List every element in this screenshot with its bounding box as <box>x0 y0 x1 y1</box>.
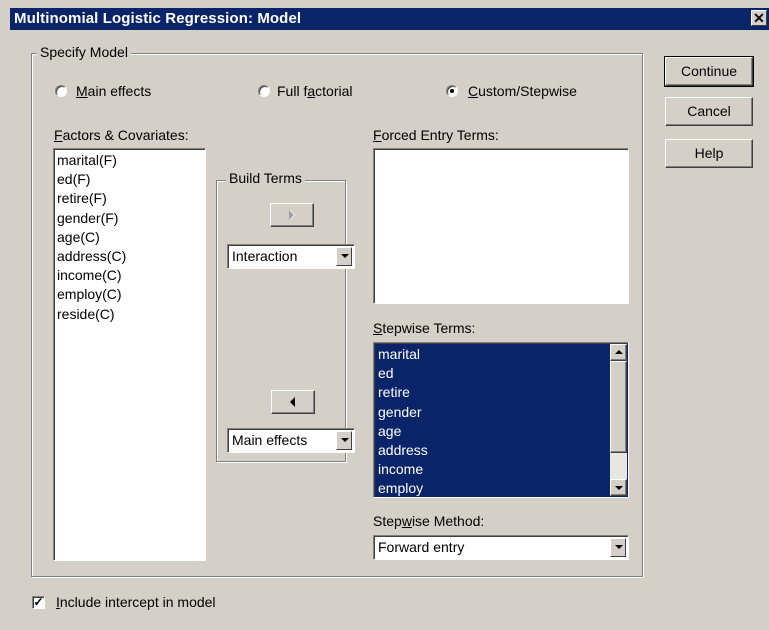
list-item[interactable]: retire(F) <box>54 189 205 208</box>
list-item[interactable]: gender <box>375 403 606 422</box>
forced-entry-list[interactable] <box>373 148 629 304</box>
stepwise-terms-label: Stepwise Terms: <box>373 320 476 336</box>
list-item[interactable]: address <box>375 441 606 460</box>
custom-stepwise-radio[interactable] <box>446 85 458 97</box>
list-item[interactable]: marital <box>375 345 606 364</box>
chevron-down-icon <box>341 254 349 258</box>
close-button[interactable]: ✕ <box>751 10 767 26</box>
forced-entry-label: Forced Entry Terms: <box>373 127 499 143</box>
list-item[interactable]: employ <box>375 479 606 497</box>
factors-covariates-list[interactable]: marital(F) ed(F) retire(F) gender(F) age(C) a… <box>53 148 206 561</box>
list-item[interactable]: gender(F) <box>54 209 205 228</box>
list-item[interactable]: reside(C) <box>54 305 205 324</box>
list-item[interactable]: ed <box>375 364 606 383</box>
factors-covariates-label: Factors & Covariates: <box>54 127 189 143</box>
list-item[interactable]: age <box>375 422 606 441</box>
radio-selected-dot <box>450 89 454 93</box>
full-factorial-radio-label[interactable]: Full factorial <box>277 83 353 99</box>
list-item[interactable]: income <box>375 460 606 479</box>
chevron-down-icon <box>341 438 349 442</box>
chevron-down-icon <box>615 545 623 549</box>
list-item[interactable]: income(C) <box>54 266 205 285</box>
continue-button[interactable]: Continue <box>664 56 754 87</box>
build-terms-bottom-value: Main effects <box>232 432 308 448</box>
add-forced-term-button[interactable] <box>270 203 314 227</box>
build-terms-label: Build Terms <box>226 170 305 186</box>
custom-stepwise-radio-label[interactable]: Custom/Stepwise <box>468 83 577 99</box>
arrow-left-icon <box>290 397 295 407</box>
close-icon: ✕ <box>753 10 765 26</box>
dropdown-button[interactable] <box>336 247 352 266</box>
stepwise-terms-list[interactable]: marital ed retire gender age address income emp… <box>373 342 629 498</box>
stepwise-method-value: Forward entry <box>378 539 465 555</box>
dropdown-button[interactable] <box>336 431 352 450</box>
dialog-window: Multinomial Logistic Regression: Model ✕… <box>0 0 769 630</box>
specify-model-label: Specify Model <box>37 44 131 60</box>
include-intercept-checkbox[interactable]: ✓ <box>32 596 45 609</box>
title-bar[interactable]: Multinomial Logistic Regression: Model ✕ <box>10 8 769 30</box>
list-item[interactable]: age(C) <box>54 228 205 247</box>
main-effects-radio[interactable] <box>55 85 67 97</box>
build-terms-top-value: Interaction <box>232 248 298 264</box>
help-button[interactable]: Help <box>665 139 753 168</box>
chevron-down-icon <box>615 486 623 490</box>
list-item[interactable]: address(C) <box>54 247 205 266</box>
build-terms-bottom-dropdown[interactable]: Main effects <box>227 428 355 453</box>
scroll-down-button[interactable] <box>610 479 627 496</box>
build-terms-top-dropdown[interactable]: Interaction <box>227 244 355 269</box>
list-item[interactable]: marital(F) <box>54 151 205 170</box>
window-title: Multinomial Logistic Regression: Model <box>14 10 302 27</box>
scroll-up-button[interactable] <box>610 344 627 361</box>
full-factorial-radio[interactable] <box>258 85 270 97</box>
main-effects-radio-label[interactable]: Main effects <box>76 83 151 99</box>
chevron-up-icon <box>615 350 623 354</box>
list-item[interactable]: employ(C) <box>54 285 205 304</box>
list-item[interactable]: retire <box>375 383 606 402</box>
stepwise-method-label: Stepwise Method: <box>373 513 485 529</box>
add-stepwise-term-button[interactable] <box>271 390 315 414</box>
dropdown-button[interactable] <box>610 538 626 557</box>
cancel-button[interactable]: Cancel <box>665 97 753 126</box>
include-intercept-label[interactable]: Include intercept in model <box>56 594 216 610</box>
list-item[interactable]: ed(F) <box>54 170 205 189</box>
stepwise-scrollbar[interactable] <box>610 344 627 496</box>
arrow-right-icon-shadow <box>289 210 294 220</box>
scroll-thumb[interactable] <box>610 361 627 453</box>
stepwise-method-dropdown[interactable]: Forward entry <box>373 535 629 560</box>
checkmark-icon: ✓ <box>33 595 44 609</box>
